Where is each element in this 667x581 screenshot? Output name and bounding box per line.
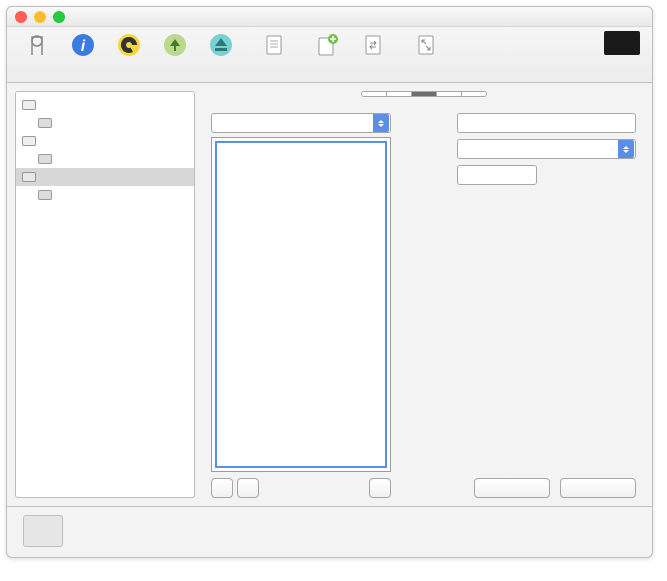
footer-info (7, 506, 652, 557)
sidebar-disk-kingston[interactable] (16, 168, 194, 186)
tab-control (361, 91, 487, 97)
chevron-updown-icon (618, 140, 634, 158)
sidebar-disk-sdxc[interactable] (16, 132, 194, 150)
apply-button[interactable] (560, 478, 636, 498)
tab-raid[interactable] (437, 92, 462, 96)
zoom-icon[interactable] (53, 11, 65, 23)
revert-button[interactable] (474, 478, 550, 498)
close-icon[interactable] (15, 11, 27, 23)
tab-partition[interactable] (412, 92, 437, 96)
volume-icon (38, 154, 52, 164)
warn-icon (604, 31, 640, 55)
layout-select[interactable] (211, 113, 391, 133)
disk-icon (22, 172, 36, 182)
sidebar-vol-kingston[interactable] (16, 186, 194, 204)
tab-restore[interactable] (462, 92, 486, 96)
partition-diagram (211, 137, 391, 472)
device-sidebar[interactable] (15, 91, 195, 498)
disk-icon (22, 136, 36, 146)
titlebar (7, 7, 652, 27)
tb-info[interactable]: i (61, 31, 105, 61)
tb-verify[interactable] (15, 31, 59, 61)
tb-journal[interactable] (245, 31, 303, 61)
options-button[interactable] (369, 478, 391, 498)
remove-partition-button[interactable] (237, 478, 259, 498)
disk-icon (22, 100, 36, 110)
toolbar: i (7, 27, 652, 83)
chevron-updown-icon (373, 114, 389, 132)
tb-newimage[interactable] (305, 31, 349, 61)
tb-eject[interactable] (199, 31, 243, 61)
disk-large-icon (23, 515, 63, 547)
format-select[interactable] (457, 139, 636, 159)
tb-convert[interactable] (351, 31, 395, 61)
svg-text:i: i (81, 38, 86, 55)
sidebar-disk-ssd[interactable] (16, 96, 194, 114)
tab-erase[interactable] (387, 92, 412, 96)
content-area (203, 91, 644, 498)
partition-slice[interactable] (215, 141, 387, 468)
volume-icon (38, 118, 52, 128)
minimize-icon[interactable] (34, 11, 46, 23)
traffic-lights (15, 11, 65, 23)
tab-firstaid[interactable] (362, 92, 387, 96)
disk-utility-window: i (6, 6, 653, 558)
tb-resize[interactable] (397, 31, 455, 61)
name-field[interactable] (457, 113, 636, 133)
tb-mount[interactable] (153, 31, 197, 61)
volume-icon (38, 190, 52, 200)
tb-log[interactable] (600, 31, 644, 57)
tb-burn[interactable] (107, 31, 151, 61)
size-field[interactable] (457, 165, 537, 185)
sidebar-vol-storedge[interactable] (16, 150, 194, 168)
sidebar-vol-macintosh[interactable] (16, 114, 194, 132)
add-partition-button[interactable] (211, 478, 233, 498)
